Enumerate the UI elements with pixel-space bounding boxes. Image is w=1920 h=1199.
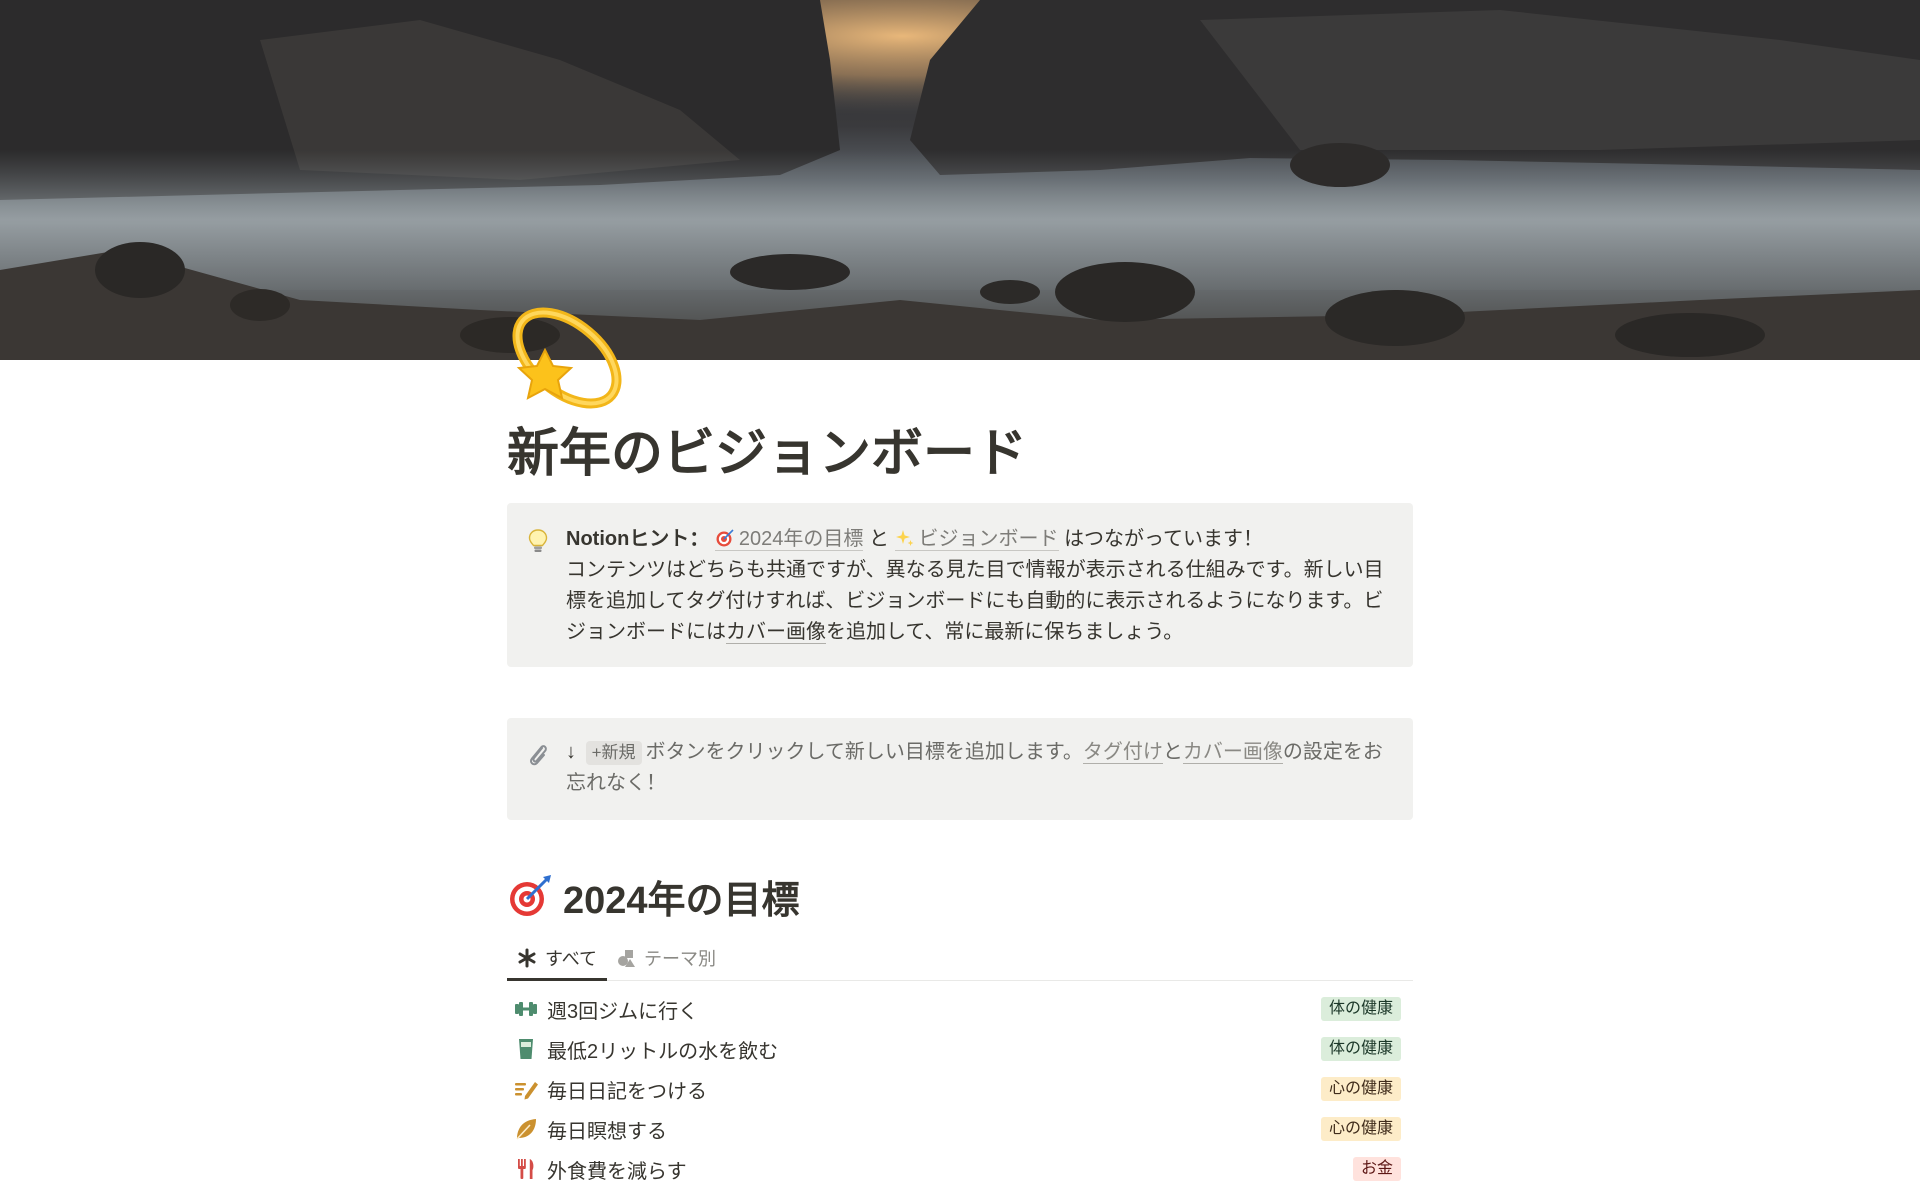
hint-callout[interactable]: Notionヒント： 2024年の目標 と ビジョンボード はつながっています！… — [507, 503, 1413, 667]
goal-label: 最低2リットルの水を飲む — [547, 1040, 779, 1063]
list-item[interactable]: 毎日瞑想する 心の健康 — [507, 1110, 1413, 1148]
list-item[interactable]: 週3回ジムに行く 体の健康 — [507, 990, 1413, 1028]
tab-all[interactable]: すべて — [517, 936, 597, 980]
hint-body-after: を追加して、常に最新に保ちましょう。 — [826, 621, 1184, 643]
new-text2: と — [1162, 741, 1183, 763]
goal-label: 毎日日記をつける — [547, 1080, 707, 1103]
cover-image — [0, 0, 1920, 360]
glass-icon — [519, 1039, 533, 1059]
new-goal-callout-text: ↓ +新規 ボタンをクリックして新しい目標を追加します。タグ付けとカバー画像の設定… — [566, 737, 1391, 799]
goals-2024-link-label: 2024年の目標 — [738, 528, 864, 550]
vision-board-link[interactable]: ビジョンボード — [894, 528, 1059, 551]
dumbbell-icon — [515, 1002, 537, 1016]
down-arrow: ↓ — [566, 741, 576, 763]
tag-badge: 心の健康 — [1320, 1117, 1401, 1141]
tag-badge: 体の健康 — [1320, 997, 1401, 1021]
vision-board-link-label: ビジョンボード — [918, 528, 1059, 550]
fork-knife-icon — [518, 1159, 534, 1179]
paperclip-icon — [530, 745, 547, 766]
list-item[interactable]: 外食費を減らす お金 — [507, 1150, 1413, 1188]
goals-heading[interactable]: 2024年の目標 — [507, 868, 800, 924]
tag-badge: お金 — [1352, 1157, 1401, 1181]
light-bulb-icon — [528, 529, 548, 552]
dizzy-star-icon[interactable] — [505, 296, 635, 422]
new-goal-callout[interactable]: ↓ +新規 ボタンをクリックして新しい目標を追加します。タグ付けとカバー画像の設定… — [507, 718, 1413, 820]
list-item[interactable]: 最低2リットルの水を飲む 体の健康 — [507, 1030, 1413, 1068]
writing-icon — [515, 1082, 538, 1100]
tab-by-theme[interactable]: テーマ別 — [616, 936, 716, 980]
tab-all-label: すべて — [545, 949, 598, 969]
list-item[interactable]: 毎日日記をつける 心の健康 — [507, 1070, 1413, 1108]
view-tabs: すべて テーマ別 — [507, 936, 1413, 981]
active-tab-indicator — [507, 978, 607, 981]
tag-badge: 体の健康 — [1320, 1037, 1401, 1061]
new-button-chip: +新規 — [585, 741, 642, 765]
goals-heading-text: 2024年の目標 — [563, 879, 800, 922]
target-icon — [510, 875, 551, 916]
tagging-link[interactable]: タグ付け — [1082, 741, 1163, 764]
page-title[interactable]: 新年のビジョンボード — [507, 418, 1413, 490]
leaf-icon — [516, 1119, 536, 1140]
hint-lead: Notionヒント： — [566, 528, 710, 550]
goal-label: 週3回ジムに行く — [547, 1000, 699, 1023]
sparkles-icon — [895, 530, 913, 546]
target-icon — [716, 529, 734, 547]
hint-tail: はつながっています！ — [1064, 528, 1264, 550]
shapes-icon — [618, 950, 635, 967]
goal-label: 毎日瞑想する — [547, 1120, 667, 1143]
cover-image-link[interactable]: カバー画像 — [726, 621, 826, 644]
tab-by-theme-label: テーマ別 — [644, 949, 716, 969]
asterisk-icon — [518, 948, 536, 968]
hint-connector: と — [868, 528, 889, 550]
goals-2024-link[interactable]: 2024年の目標 — [714, 528, 864, 551]
hint-callout-text: Notionヒント： 2024年の目標 と ビジョンボード はつながっています！… — [566, 524, 1391, 648]
new-text1: ボタンをクリックして新しい目標を追加します。 — [645, 741, 1083, 763]
cover-image-link-2[interactable]: カバー画像 — [1182, 741, 1283, 764]
goal-label: 外食費を減らす — [547, 1160, 687, 1183]
tag-badge: 心の健康 — [1320, 1077, 1401, 1101]
